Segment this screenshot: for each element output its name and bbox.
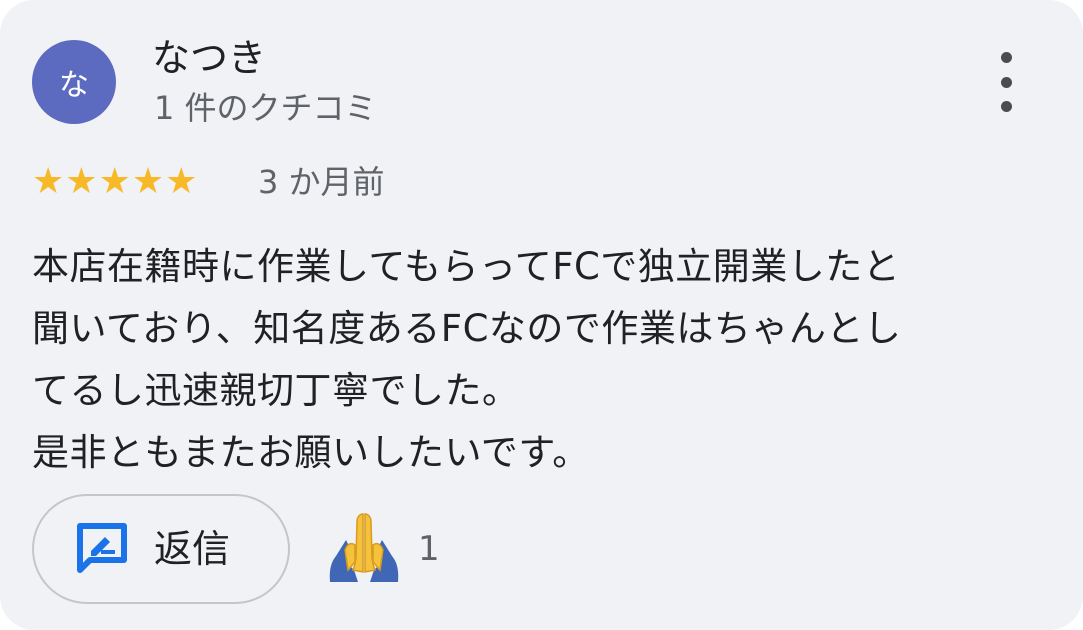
star-icon: ★ (131, 161, 165, 202)
avatar-initial: な (59, 68, 89, 103)
star-icon: ★ (32, 161, 65, 202)
more-vert-icon (1000, 52, 1012, 63)
author-name[interactable]: なつき (152, 32, 266, 84)
reply-icon (77, 523, 127, 573)
folded-hands-emoji-icon[interactable] (328, 512, 400, 584)
reply-label: 返信 (154, 527, 231, 571)
reply-button[interactable]: 返信 (32, 494, 290, 604)
more-vert-icon-dot (1000, 101, 1012, 112)
avatar[interactable]: な (32, 40, 116, 124)
author-review-count: 1 件のクチコミ (154, 89, 377, 127)
review-time: 3 か月前 (258, 163, 385, 201)
more-options-button[interactable] (984, 52, 1028, 112)
star-rating: ★ ★ ★ ★ ★ (32, 162, 198, 202)
review-card: な なつき 1 件のクチコミ ★ ★ ★ ★ ★ 3 か月前 本店在籍時に作業し… (0, 0, 1083, 630)
more-vert-icon-dot (1000, 76, 1012, 88)
star-icon: ★ (165, 161, 198, 202)
star-icon: ★ (65, 161, 98, 202)
star-icon: ★ (98, 161, 131, 202)
review-text: 本店在籍時に作業してもらってFCで独立開業したと 聞いており、知名度あるFCなの… (32, 245, 902, 474)
reaction-count: 1 (418, 529, 440, 569)
